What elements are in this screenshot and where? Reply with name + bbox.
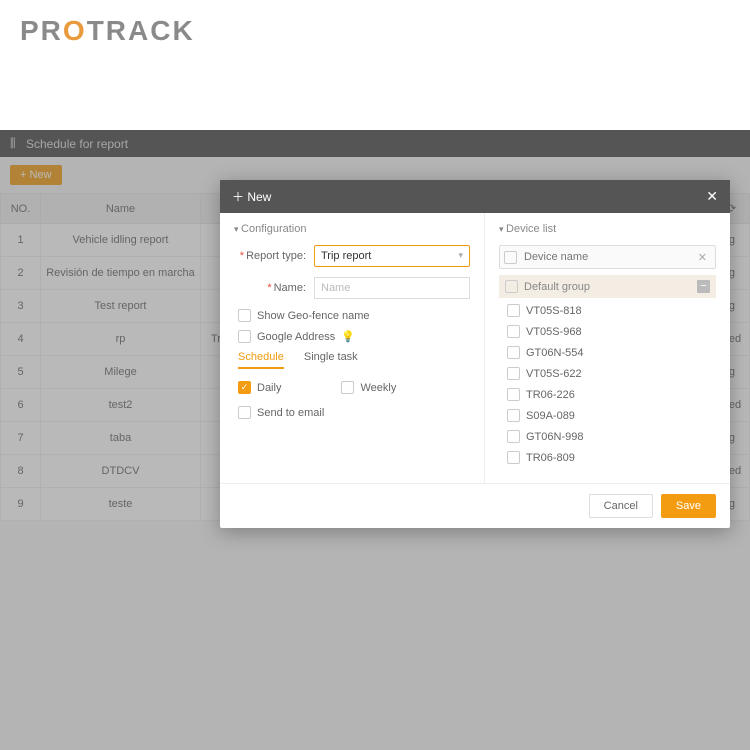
clear-search-icon[interactable]: ✕ — [694, 251, 711, 264]
tab-single-task[interactable]: Single task — [304, 351, 358, 369]
device-list-title: Device list — [499, 223, 716, 235]
device-item[interactable]: S09A-089 — [499, 405, 716, 426]
device-item[interactable]: VT05S-622 — [499, 363, 716, 384]
device-item[interactable]: VT05S-818 — [499, 300, 716, 321]
modal-title: ＋ New — [232, 188, 271, 205]
device-group-header[interactable]: Default group − — [499, 275, 716, 298]
logo-o-icon: O — [63, 15, 87, 47]
bulb-icon: 💡 — [341, 330, 355, 343]
tab-schedule[interactable]: Schedule — [238, 351, 284, 369]
device-search[interactable]: ✕ — [499, 245, 716, 269]
config-title: Configuration — [234, 223, 470, 235]
report-type-select[interactable]: Trip report — [314, 245, 470, 267]
save-button[interactable]: Save — [661, 494, 716, 518]
logo: PROTRACK — [0, 0, 750, 62]
daily-checkbox[interactable]: ✓Daily — [238, 381, 281, 394]
close-icon[interactable]: ✕ — [706, 188, 718, 205]
send-email-checkbox[interactable]: Send to email — [238, 406, 470, 419]
config-panel: Configuration *Report type: Trip report … — [220, 213, 484, 483]
google-address-checkbox[interactable]: Google Address 💡 — [238, 330, 470, 343]
device-item[interactable]: GT06N-998 — [499, 426, 716, 447]
name-label: *Name: — [234, 282, 306, 294]
device-item[interactable]: TR06-226 — [499, 384, 716, 405]
name-input[interactable] — [314, 277, 470, 299]
report-type-label: *Report type: — [234, 250, 306, 262]
modal-header: ＋ New ✕ — [220, 180, 730, 213]
modal-footer: Cancel Save — [220, 483, 730, 528]
show-geo-checkbox[interactable]: Show Geo-fence name — [238, 309, 470, 322]
collapse-icon[interactable]: − — [697, 280, 710, 293]
cancel-button[interactable]: Cancel — [589, 494, 653, 518]
device-item[interactable]: GT06N-554 — [499, 342, 716, 363]
new-report-modal: ＋ New ✕ Configuration *Report type: Trip… — [220, 180, 730, 528]
device-panel: Device list ✕ Default group − VT05S-818V… — [484, 213, 730, 483]
device-item[interactable]: VT05S-968 — [499, 321, 716, 342]
weekly-checkbox[interactable]: Weekly — [341, 381, 396, 394]
device-search-input[interactable] — [521, 248, 694, 266]
device-item[interactable]: TR06-809 — [499, 447, 716, 468]
select-all-checkbox[interactable] — [504, 251, 517, 264]
